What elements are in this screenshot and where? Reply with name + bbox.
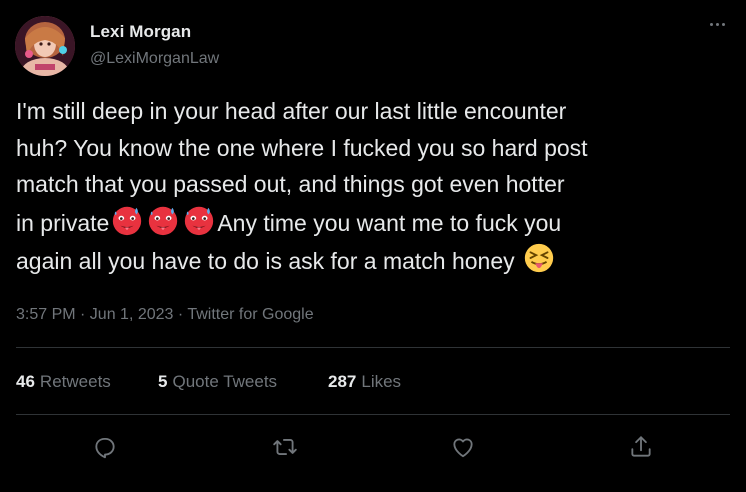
quote-tweets-count: 5 [158, 372, 168, 391]
author-name[interactable]: Lexi Morgan [90, 22, 191, 42]
more-dot [721, 22, 725, 26]
tweet-actions [0, 428, 746, 464]
reply-button[interactable] [88, 430, 122, 464]
retweet-button[interactable] [268, 430, 302, 464]
tweet-text: I'm still deep in your head after our la… [16, 93, 732, 280]
hot-face-emoji [146, 203, 180, 237]
more-dot [715, 22, 719, 26]
retweets-count: 46 [16, 372, 35, 391]
more-options-icon[interactable] [700, 14, 734, 34]
tweet-timestamp[interactable]: 3:57 PM · Jun 1, 2023 · Twitter for Goog… [16, 306, 314, 324]
retweet-icon [273, 439, 297, 455]
share-icon [631, 436, 651, 457]
more-dot [709, 22, 713, 26]
tweet-line: I'm still deep in your head after our la… [16, 98, 567, 124]
likes-stat[interactable]: 287 Likes [328, 372, 401, 392]
tweet-line: in private [16, 209, 110, 236]
tweet-line: huh? You know the one where I fucked you… [16, 134, 588, 161]
quote-tweets-label: Quote Tweets [172, 372, 278, 391]
reply-icon [95, 437, 115, 459]
hot-face-emoji [110, 203, 144, 237]
tweet-line: Any time you want me to fuck you [217, 209, 562, 236]
avatar-image [15, 16, 75, 76]
tweet-line: again all you have to do is ask for a ma… [16, 248, 515, 274]
like-icon [453, 438, 473, 458]
tweet-line: match that you passed out, and things go… [16, 171, 565, 197]
retweets-stat[interactable]: 46 Retweets [16, 372, 111, 392]
author-handle[interactable]: @LexiMorganLaw [90, 50, 219, 68]
quote-tweets-stat[interactable]: 5 Quote Tweets [158, 372, 277, 392]
likes-label: Likes [361, 372, 402, 391]
tweet-detail: Lexi Morgan @LexiMorganLaw I'm still dee… [0, 0, 746, 492]
divider [16, 347, 730, 348]
like-button[interactable] [446, 430, 480, 464]
squinting-face-with-tongue-emoji [522, 241, 556, 275]
divider [16, 414, 730, 415]
retweets-label: Retweets [39, 372, 111, 391]
avatar[interactable] [15, 16, 75, 76]
hot-face-emoji [182, 203, 216, 237]
likes-count: 287 [328, 372, 357, 391]
share-button[interactable] [624, 430, 658, 464]
